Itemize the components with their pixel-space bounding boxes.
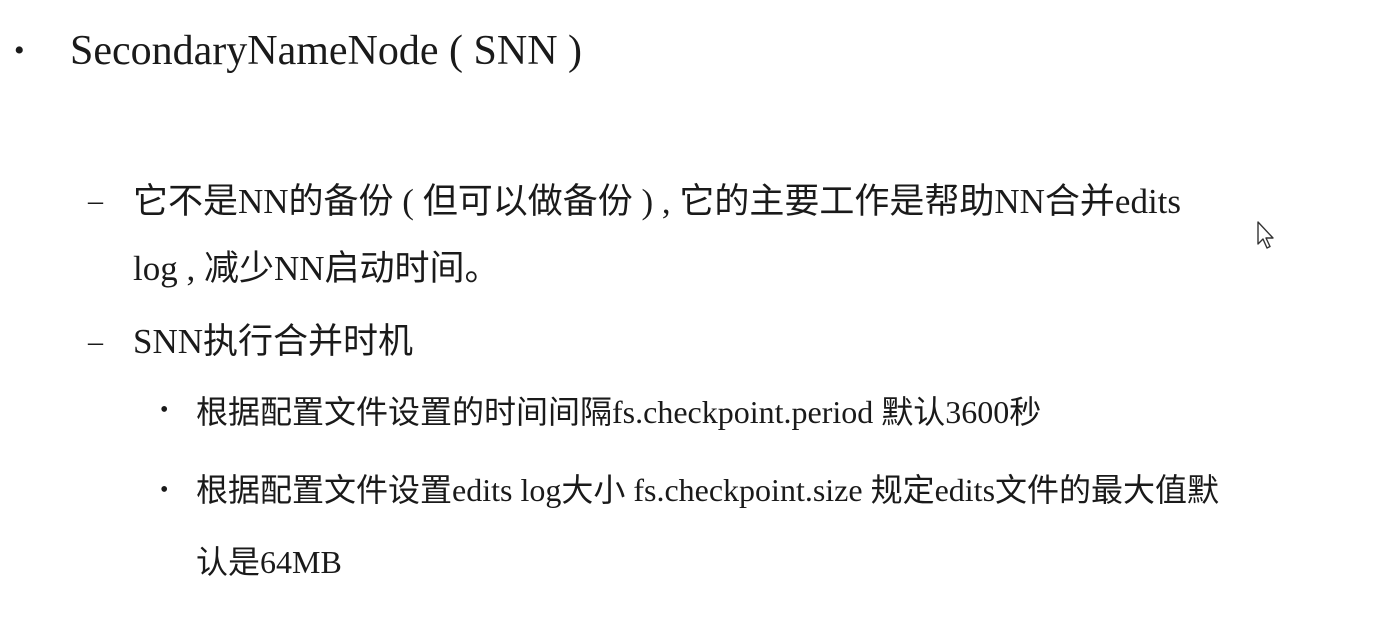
heading-bullet: • xyxy=(14,34,25,67)
slide-heading: SecondaryNameNode ( SNN ) xyxy=(70,28,583,74)
subitem-2-text-line-2: 认是64MB xyxy=(196,544,342,580)
subitem-2-text-line-1: 根据配置文件设置edits log大小 fs.checkpoint.size 规… xyxy=(196,472,1220,508)
item-2-dash: – xyxy=(88,325,103,358)
subitem-1-bullet: • xyxy=(160,397,169,423)
item-2-text: SNN执行合并时机 xyxy=(133,322,414,361)
subitem-2-bullet: • xyxy=(160,477,169,503)
mouse-pointer-icon xyxy=(1257,221,1274,249)
item-1-text-line-2: log , 减少NN启动时间。 xyxy=(133,249,500,288)
subitem-1-text: 根据配置文件设置的时间间隔fs.checkpoint.period 默认3600… xyxy=(196,394,1042,430)
item-1-dash: – xyxy=(88,184,103,217)
item-1-text-line-1: 它不是NN的备份 ( 但可以做备份 ) , 它的主要工作是帮助NN合并edits xyxy=(133,182,1182,221)
